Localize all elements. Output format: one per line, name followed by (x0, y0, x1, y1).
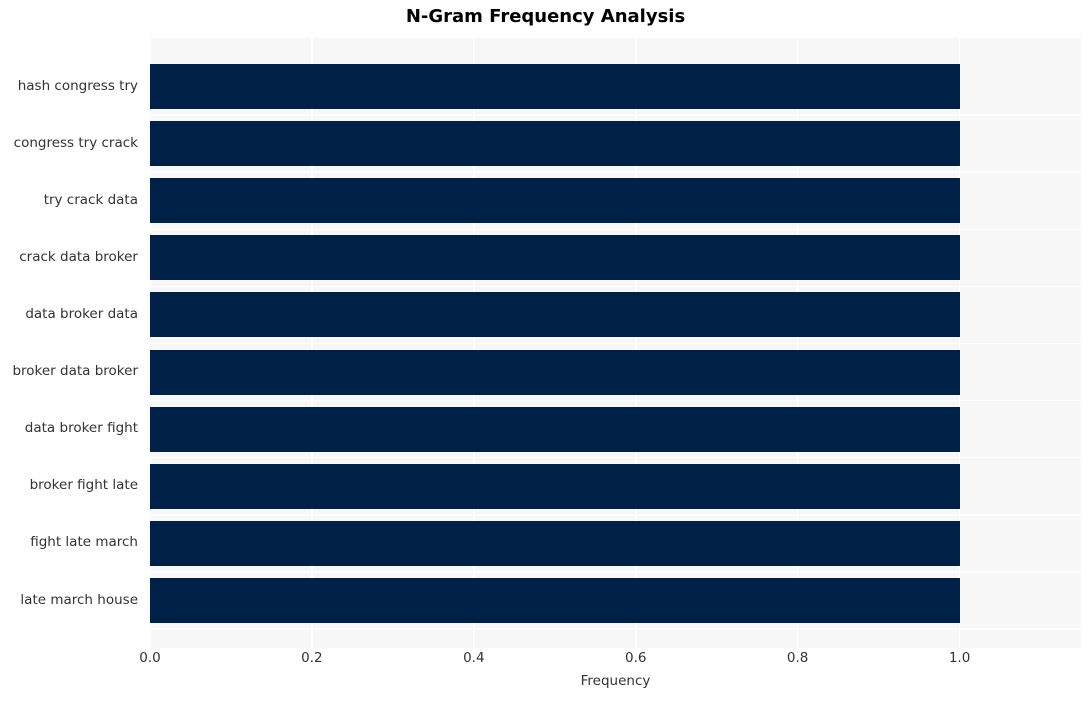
x-tick-label: 0.4 (463, 650, 485, 666)
x-tick-label: 0.2 (301, 650, 323, 666)
x-tick-label: 0.6 (624, 650, 647, 666)
x-axis-label: Frequency (580, 673, 651, 689)
x-tick-label: 0.0 (139, 650, 161, 666)
chart-figure: N-Gram Frequency Analysis hash congress … (0, 0, 1091, 701)
x-tick-label: 1.0 (948, 650, 971, 666)
x-tick-label: 0.8 (786, 650, 809, 666)
x-axis-tick-labels: 0.0 0.2 0.4 0.6 0.8 1.0 (0, 0, 1091, 701)
